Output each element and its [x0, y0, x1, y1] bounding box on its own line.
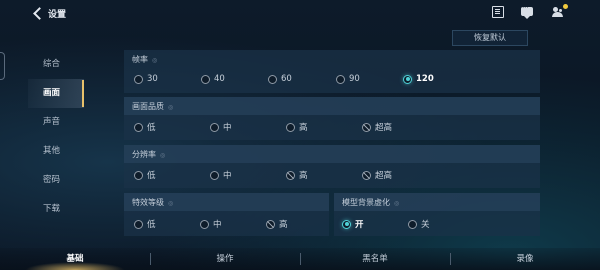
disabled-icon — [266, 219, 275, 229]
model-bg-blur-option-on[interactable]: 开 — [342, 217, 364, 231]
page-title: 设置 — [48, 9, 67, 20]
radio-icon — [408, 219, 417, 229]
frame-rate-option-40[interactable]: 40 — [201, 72, 225, 86]
radio-icon — [210, 170, 219, 180]
frame-rate-panel: 帧率 ◎ 30 40 60 90 120 — [124, 50, 540, 93]
radio-icon — [286, 122, 295, 132]
quality-option-low[interactable]: 低 — [134, 120, 156, 134]
sidebar-item-download[interactable]: 下载 — [28, 195, 84, 224]
chat-icon[interactable] — [521, 3, 533, 19]
tab-controls[interactable]: 操作 — [150, 252, 300, 266]
model-bg-blur-option-off[interactable]: 关 — [408, 217, 430, 231]
quality-option-ultra[interactable]: 超高 — [362, 120, 392, 134]
resolution-option-high[interactable]: 高 — [286, 168, 308, 182]
frame-rate-option-120[interactable]: 120 — [403, 72, 434, 86]
info-icon: ◎ — [152, 57, 158, 64]
frame-rate-title: 帧率 ◎ — [132, 55, 158, 64]
disabled-icon — [286, 170, 295, 180]
radio-icon — [134, 170, 143, 180]
option-label: 中 — [213, 220, 222, 230]
frame-rate-option-90[interactable]: 90 — [336, 72, 360, 86]
side-drawer-handle[interactable] — [0, 52, 5, 80]
quality-option-medium[interactable]: 中 — [210, 120, 232, 134]
option-label: 30 — [147, 74, 158, 84]
option-label: 40 — [214, 74, 225, 84]
option-label: 低 — [147, 171, 156, 181]
option-label: 关 — [421, 220, 430, 230]
notification-dot — [563, 4, 568, 9]
sidebar-item-general[interactable]: 综合 — [28, 50, 84, 79]
radio-icon — [201, 74, 210, 84]
radio-icon — [268, 74, 277, 84]
radio-icon — [200, 219, 209, 229]
option-label: 高 — [279, 220, 288, 230]
option-label: 90 — [349, 74, 360, 84]
resolution-panel: 分辨率 ◎ 低 中 高 超高 — [124, 145, 540, 188]
option-label: 低 — [147, 220, 156, 230]
radio-icon — [134, 74, 143, 84]
resolution-option-medium[interactable]: 中 — [210, 168, 232, 182]
option-label: 中 — [223, 123, 232, 133]
radio-icon — [336, 74, 345, 84]
panel-header: 特效等级 ◎ — [124, 193, 329, 211]
quality-option-high[interactable]: 高 — [286, 120, 308, 134]
effects-option-high[interactable]: 高 — [266, 217, 288, 231]
top-bar: 设置 — [0, 0, 600, 26]
sidebar-item-display[interactable]: 画面 — [28, 79, 84, 108]
tab-replay[interactable]: 录像 — [450, 252, 600, 266]
effects-title: 特效等级 ◎ — [132, 198, 174, 207]
radio-selected-icon — [342, 219, 351, 229]
option-label: 60 — [281, 74, 292, 84]
effects-option-medium[interactable]: 中 — [200, 217, 222, 231]
panel-header: 画面品质 ◎ — [124, 97, 540, 115]
model-bg-blur-title: 模型背景虚化 ◎ — [342, 198, 400, 207]
sidebar-item-other[interactable]: 其他 — [28, 137, 84, 166]
settings-sidebar: 综合 画面 声音 其他 密码 下载 — [28, 50, 84, 224]
chevron-left-icon — [33, 6, 46, 20]
quality-panel: 画面品质 ◎ 低 中 高 超高 — [124, 97, 540, 140]
option-label: 超高 — [375, 171, 393, 181]
disabled-icon — [362, 122, 371, 132]
effects-option-low[interactable]: 低 — [134, 217, 156, 231]
effects-panel: 特效等级 ◎ 低 中 高 — [124, 193, 329, 236]
option-label: 开 — [355, 220, 364, 230]
resolution-title: 分辨率 ◎ — [132, 150, 166, 159]
disabled-icon — [362, 170, 371, 180]
option-label: 120 — [416, 74, 434, 84]
frame-rate-option-30[interactable]: 30 — [134, 72, 158, 86]
option-label: 中 — [223, 171, 232, 181]
resolution-option-ultra[interactable]: 超高 — [362, 168, 392, 182]
panel-header: 分辨率 ◎ — [124, 145, 540, 163]
info-icon: ◎ — [168, 200, 174, 207]
sidebar-item-password[interactable]: 密码 — [28, 166, 84, 195]
radio-icon — [134, 122, 143, 132]
radio-icon — [134, 219, 143, 229]
frame-rate-option-60[interactable]: 60 — [268, 72, 292, 86]
info-icon: ◎ — [168, 104, 174, 111]
radio-icon — [210, 122, 219, 132]
sidebar-item-sound[interactable]: 声音 — [28, 108, 84, 137]
resolution-option-low[interactable]: 低 — [134, 168, 156, 182]
panel-header: 帧率 ◎ — [124, 50, 540, 68]
option-label: 超高 — [375, 123, 393, 133]
model-bg-blur-panel: 模型背景虚化 ◎ 开 关 — [334, 193, 540, 236]
option-label: 低 — [147, 123, 156, 133]
panel-header: 模型背景虚化 ◎ — [334, 193, 540, 211]
option-label: 高 — [299, 171, 308, 181]
back-button[interactable]: 设置 — [32, 4, 66, 22]
notes-icon[interactable] — [492, 6, 504, 18]
option-label: 高 — [299, 123, 308, 133]
info-icon: ◎ — [160, 152, 166, 159]
quality-title: 画面品质 ◎ — [132, 102, 174, 111]
tab-basic[interactable]: 基础 — [0, 252, 150, 266]
info-icon: ◎ — [394, 200, 400, 207]
friends-icon[interactable] — [552, 6, 564, 18]
radio-selected-icon — [403, 74, 412, 84]
reset-default-button[interactable]: 恢复默认 — [452, 30, 528, 46]
tab-blacklist[interactable]: 黑名单 — [300, 252, 450, 266]
